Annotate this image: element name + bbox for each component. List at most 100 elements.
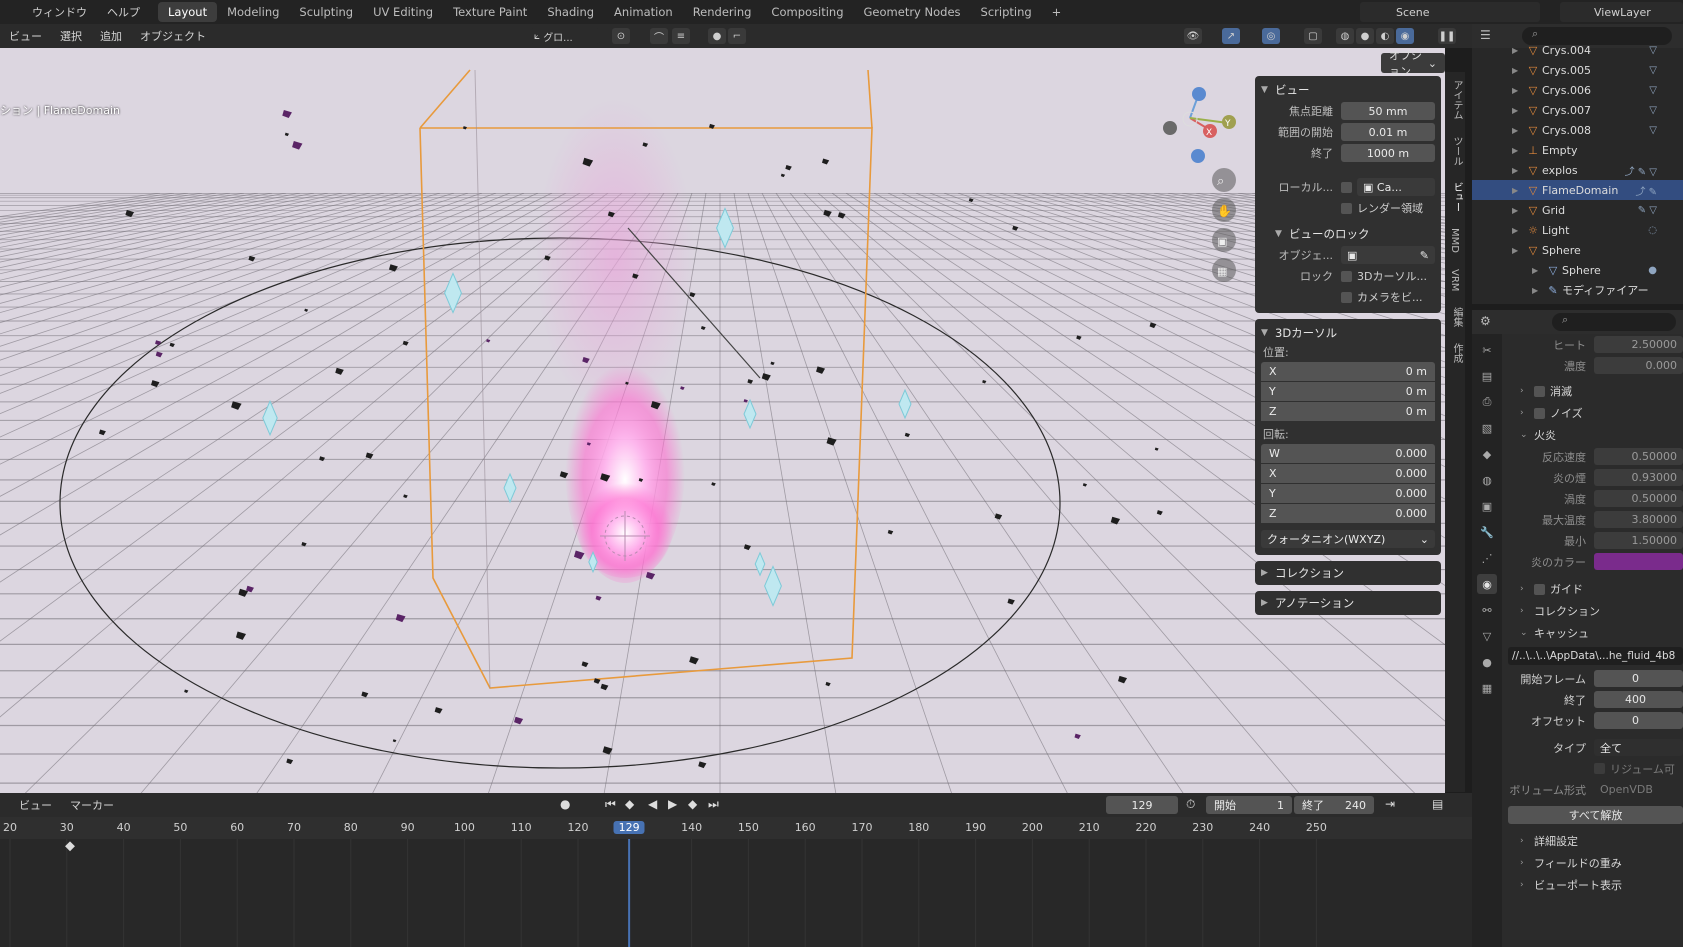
material-tab-icon[interactable]: ● [1477,652,1497,672]
texture-tab-icon[interactable]: ▦ [1477,678,1497,698]
outliner-item[interactable]: ▶ ▽ Crys.006 ▽ [1472,80,1683,100]
tab-edit[interactable]: 編集 [1449,299,1464,335]
add-workspace-button[interactable]: + [1042,2,1072,22]
frame-ruler[interactable]: 20 30 40 50 60 70 80 90 100 110 120 129 140 150 160 170… [0,817,1472,839]
cursor-y-field[interactable]: Y 0 m [1261,382,1435,401]
jump-start-icon[interactable]: ⏮ [605,797,616,812]
expand-arrow-icon[interactable]: ▶ [1512,46,1524,55]
workspace-tab-uv-editing[interactable]: UV Editing [363,2,443,22]
cursor-x-field[interactable]: X 0 m [1261,362,1435,381]
expand-arrow-icon[interactable]: ▶ [1532,266,1544,275]
rotation-mode-dropdown[interactable]: クォータニオン(WXYZ) ⌄ [1261,530,1435,548]
collection-section[interactable]: ▶ コレクション [1255,561,1441,585]
local-camera-field[interactable]: ▣ Ca... [1357,178,1435,196]
rotation-x-field[interactable]: X 0.000 [1261,464,1435,483]
physics-tab-icon[interactable]: ◉ [1477,574,1497,594]
workspace-tab-animation[interactable]: Animation [604,2,683,22]
outliner-item[interactable]: ▶ ▽ Crys.008 ▽ [1472,120,1683,140]
rotation-y-field[interactable]: Y 0.000 [1261,484,1435,503]
view-layer-selector[interactable]: ViewLayer [1560,2,1683,22]
rendered-shading-icon[interactable]: ◉ [1396,28,1414,44]
workspace-tab-rendering[interactable]: Rendering [683,2,762,22]
scene-tab-icon[interactable]: ◆ [1477,444,1497,464]
clip-start-field[interactable]: 0.01 m [1341,123,1435,141]
field-weights-panel[interactable]: › フィールドの重み [1508,852,1683,874]
workspace-tab-compositing[interactable]: Compositing [761,2,853,22]
stopwatch-icon[interactable]: ⏱ [1186,797,1195,812]
type-dropdown[interactable]: 全て [1594,739,1683,756]
rotation-z-field[interactable]: Z 0.000 [1261,504,1435,523]
transform-orientation-dropdown[interactable]: ⟀ グロ... [530,28,600,44]
data-tab-icon[interactable]: ▽ [1477,626,1497,646]
outliner-item[interactable]: ▶ ▽ Crys.004 ▽ [1472,40,1683,60]
snap-icon[interactable]: ⌒ [650,28,668,44]
annotation-section[interactable]: ▶ アノテーション [1255,591,1441,615]
guide-checkbox[interactable] [1534,583,1545,595]
gizmo-icon[interactable]: ↗ [1222,28,1240,44]
next-keyframe-icon[interactable]: ◆ [688,797,697,811]
wireframe-shading-icon[interactable]: ◍ [1336,28,1354,44]
menu-help[interactable]: ヘルプ [97,4,150,20]
local-camera-checkbox[interactable] [1341,181,1352,193]
menu-window[interactable]: ウィンドウ [22,4,97,20]
3d-cursor-header[interactable]: ▼ 3Dカーソル [1261,323,1435,343]
view-lock-header[interactable]: ▼ ビューのロック [1261,224,1435,244]
particles-tab-icon[interactable]: ⋰ [1477,548,1497,568]
menu-view[interactable]: ビュー [0,28,51,44]
prev-keyframe-icon[interactable]: ◆ [625,797,634,811]
output-tab-icon[interactable]: ⎙ [1477,392,1497,412]
expand-arrow-icon[interactable]: ▶ [1512,86,1524,95]
offset-field[interactable]: 0 [1594,712,1683,729]
viewport-display-panel[interactable]: › ビューポート表示 [1508,874,1683,896]
tab-create[interactable]: 作成 [1449,335,1464,371]
workspace-tab-sculpting[interactable]: Sculpting [289,2,363,22]
flame-color-swatch[interactable] [1594,553,1683,570]
expand-arrow-icon[interactable]: ▶ [1532,286,1544,295]
end-frame-field[interactable]: 終了 240 [1294,796,1374,814]
world-tab-icon[interactable]: ◍ [1477,470,1497,490]
workspace-tab-scripting[interactable]: Scripting [971,2,1042,22]
options-dropdown[interactable]: オプション ⌄ [1381,49,1445,78]
frame-end-field[interactable]: 400 [1594,691,1683,708]
pivot-icon[interactable]: ⊙ [612,28,630,44]
dissolve-checkbox[interactable] [1534,385,1545,397]
menu-select[interactable]: 選択 [51,28,91,44]
start-frame-field[interactable]: 開始 1 [1206,796,1292,814]
play-reverse-icon[interactable]: ◀ [648,797,657,811]
expand-arrow-icon[interactable]: ▶ [1512,126,1524,135]
outliner-item[interactable]: ▶ ⊥ Empty [1472,140,1683,160]
noise-checkbox[interactable] [1534,407,1545,419]
expand-arrow-icon[interactable]: ▶ [1512,66,1524,75]
menu-add[interactable]: 追加 [91,28,131,44]
scene-selector[interactable]: Scene [1360,2,1540,22]
outliner-item[interactable]: ▶ ☼ Light ◌ [1472,220,1683,240]
heat-field[interactable]: 2.50000 [1594,336,1683,353]
3d-viewport[interactable]: X Y ⌕ ✋ ▣ ▦ ション | FlameDomain オプション ⌄ ▼ ビ… [0,48,1445,793]
lock-camera-checkbox[interactable] [1341,291,1352,303]
current-frame-field[interactable]: 129 [1106,796,1178,814]
render-tab-icon[interactable]: ▤ [1477,366,1497,386]
dissolve-panel[interactable]: › 消滅 [1508,380,1683,402]
reaction-speed-field[interactable]: 0.50000 [1594,448,1683,465]
free-all-button[interactable]: すべて解放 [1508,806,1683,824]
tab-mmd[interactable]: MMD [1449,220,1460,261]
expand-arrow-icon[interactable]: ▶ [1512,146,1524,155]
expand-arrow-icon[interactable]: ▶ [1512,106,1524,115]
expand-arrow-icon[interactable]: ▶ [1512,186,1524,195]
search-icon[interactable]: ⌕ [1552,313,1676,331]
visibility-icon[interactable]: 👁 [1184,28,1202,44]
overlay-icon[interactable]: ◎ [1262,28,1280,44]
pause-icon[interactable]: ❚❚ [1438,28,1456,44]
expand-arrow-icon[interactable]: ▶ [1512,226,1524,235]
workspace-tab-geometry-nodes[interactable]: Geometry Nodes [854,2,971,22]
snap-target-icon[interactable]: ≡ [672,28,690,44]
modifier-tab-icon[interactable]: 🔧 [1477,522,1497,542]
expand-arrow-icon[interactable]: ▶ [1512,206,1524,215]
timeline-menu-view[interactable]: ビュー [10,797,61,813]
tab-view[interactable]: ビュー [1449,174,1464,220]
outliner-item[interactable]: ▶ ▽ Crys.007 ▽ [1472,100,1683,120]
view-section-header[interactable]: ▼ ビュー [1261,80,1435,100]
tab-vrm[interactable]: VRM [1449,261,1460,299]
lock-cursor-checkbox[interactable] [1341,270,1352,282]
constraints-tab-icon[interactable]: ⚯ [1477,600,1497,620]
